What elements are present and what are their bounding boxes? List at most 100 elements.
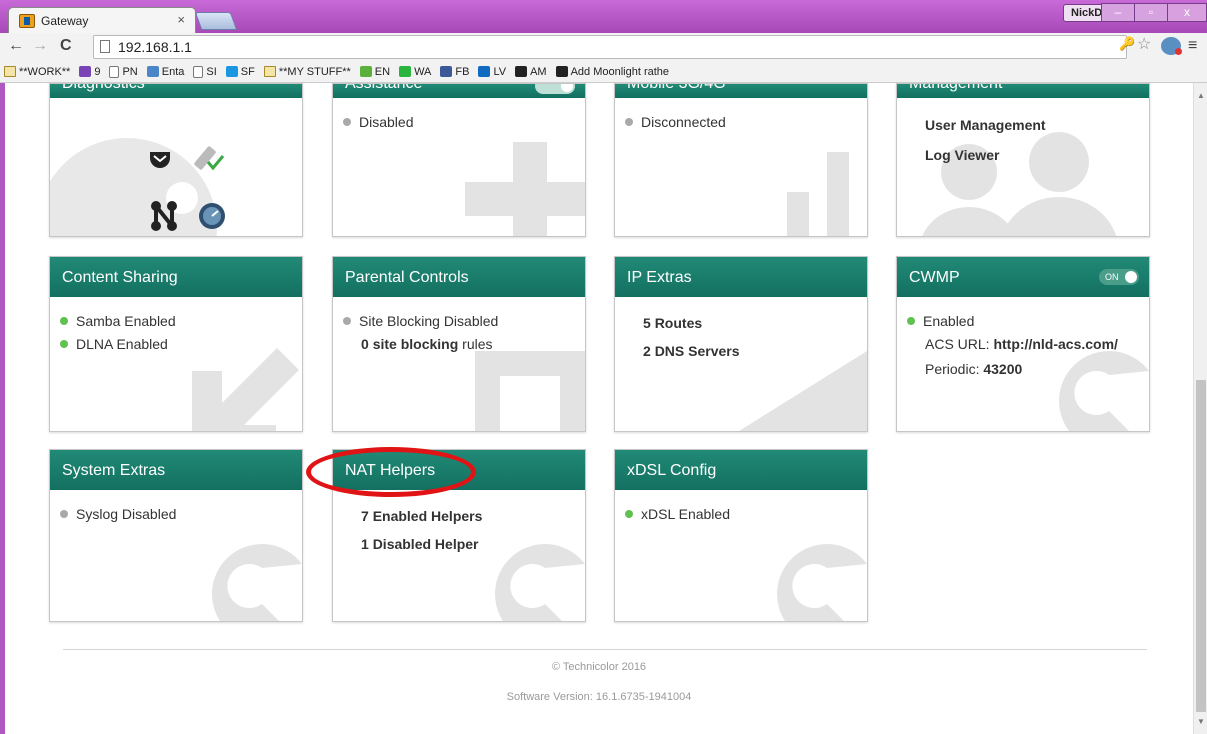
status-line: Disabled xyxy=(343,110,575,133)
diagnostic-tools xyxy=(150,146,225,231)
signal-bars-background-icon xyxy=(787,152,849,236)
extension-icon[interactable] xyxy=(1161,37,1182,55)
bookmark-item[interactable]: Add Moonlight rathe xyxy=(555,65,670,78)
reload-button[interactable]: C xyxy=(60,37,72,55)
card-mobile[interactable]: Mobile 3G/4G Disconnected xyxy=(614,83,868,237)
bookmark-item[interactable]: LV xyxy=(478,66,506,78)
window-controls: – ▫ x xyxy=(1101,3,1207,22)
periodic-row: Periodic: 43200 xyxy=(907,355,1139,383)
bookmark-item[interactable]: 9 xyxy=(79,66,100,78)
card-nat-helpers[interactable]: NAT Helpers 7 Enabled Helpers 1 Disabled… xyxy=(332,449,586,622)
card-body: 5 Routes 2 DNS Servers xyxy=(615,297,867,431)
card-ip-extras[interactable]: IP Extras 5 Routes 2 DNS Servers xyxy=(614,256,868,432)
restore-button[interactable]: ▫ xyxy=(1134,3,1168,22)
forward-button[interactable]: → xyxy=(32,37,48,55)
bookmark-item[interactable]: PN xyxy=(109,65,138,78)
status-text: Samba Enabled xyxy=(76,312,176,329)
footer-version: Software Version: 16.1.6735-1941004 xyxy=(506,691,692,703)
card-system-extras[interactable]: System Extras Syslog Disabled xyxy=(49,449,303,622)
back-button[interactable]: ← xyxy=(8,37,24,55)
assistance-toggle[interactable] xyxy=(535,84,575,94)
card-title: NAT Helpers xyxy=(345,462,436,479)
footer-copyright: © Technicolor 2016 xyxy=(551,661,647,673)
bookmark-label: Enta xyxy=(161,65,185,78)
card-diagnostics[interactable]: Diagnostics xyxy=(49,83,303,237)
card-xdsl-config[interactable]: xDSL Config xDSL Enabled xyxy=(614,449,868,622)
scrollbar-thumb[interactable] xyxy=(1196,380,1206,712)
bookmark-label: WA xyxy=(414,65,432,78)
card-title: Management xyxy=(909,83,1003,92)
periodic-value: 43200 xyxy=(983,361,1023,377)
dns-number: 2 xyxy=(643,343,651,359)
card-parental-controls[interactable]: Parental Controls Site Blocking Disabled… xyxy=(332,256,586,432)
bookmark-label: **WORK** xyxy=(19,65,71,78)
site-blocking-rules: 0 site blocking rules xyxy=(343,332,575,355)
bookmark-item[interactable]: AM xyxy=(515,66,547,78)
cwmp-toggle[interactable]: ON xyxy=(1099,269,1139,285)
bookmarks-bar: **WORK** 9 PN Enta SI SF **MY STUFF** EN WA FB LV A… xyxy=(0,61,1207,83)
card-assistance[interactable]: Assistance Disabled xyxy=(332,83,586,237)
wrench-background-icon xyxy=(777,544,867,621)
bookmark-item[interactable]: Enta xyxy=(146,65,185,78)
bookmark-item[interactable]: **MY STUFF** xyxy=(263,65,351,78)
address-bar[interactable]: 192.168.1.1 xyxy=(93,35,1127,59)
card-title: Parental Controls xyxy=(345,269,469,286)
minimize-button[interactable]: – xyxy=(1101,3,1135,22)
bookmark-item[interactable]: SF xyxy=(225,66,255,78)
scroll-up-icon[interactable]: ▲ xyxy=(1197,91,1205,100)
network-nodes-icon xyxy=(151,201,177,231)
tab-close-icon[interactable]: × xyxy=(177,12,185,27)
card-body: Disabled xyxy=(333,98,585,236)
bookmark-label: PN xyxy=(122,65,138,78)
tab-title: Gateway xyxy=(41,14,89,28)
scroll-down-icon[interactable]: ▼ xyxy=(1197,717,1205,726)
bookmark-item[interactable]: SI xyxy=(193,65,217,78)
status-dot-icon xyxy=(60,316,68,325)
vertical-scrollbar[interactable]: ▲ ▼ xyxy=(1193,83,1207,734)
folder-icon xyxy=(4,66,16,77)
card-body: User Management Log Viewer xyxy=(897,98,1149,236)
card-body: Disconnected xyxy=(615,98,867,236)
card-content-sharing[interactable]: Content Sharing Samba Enabled DLNA Enabl… xyxy=(49,256,303,432)
card-body xyxy=(50,98,302,236)
evernote-icon xyxy=(359,66,372,77)
bookmark-label: AM xyxy=(530,65,547,78)
card-management[interactable]: Management User Management Log Viewer xyxy=(896,83,1150,237)
card-body: 7 Enabled Helpers 1 Disabled Helper xyxy=(333,490,585,621)
github-icon xyxy=(555,66,568,77)
log-viewer-link[interactable]: Log Viewer xyxy=(907,140,1139,170)
bookmark-star-icon[interactable]: ☆ xyxy=(1137,34,1151,54)
status-text: Site Blocking Disabled xyxy=(359,312,499,329)
card-cwmp[interactable]: CWMP ON Enabled ACS URL: http://nld-acs.… xyxy=(896,256,1150,432)
page-icon xyxy=(193,65,204,78)
bookmark-label: **MY STUFF** xyxy=(278,65,351,78)
acs-label: ACS URL: xyxy=(925,335,990,352)
routes-label: Routes xyxy=(654,315,703,331)
browser-tab[interactable]: Gateway × xyxy=(8,7,196,33)
wrench-background-icon xyxy=(212,544,302,621)
card-body: xDSL Enabled xyxy=(615,490,867,621)
card-title: System Extras xyxy=(62,462,166,479)
bookmark-label: Add Moonlight rathe xyxy=(570,65,670,78)
bookmark-item[interactable]: EN xyxy=(359,66,390,78)
bookmark-item[interactable]: **WORK** xyxy=(4,66,70,78)
user-management-link[interactable]: User Management xyxy=(907,110,1139,140)
close-window-button[interactable]: x xyxy=(1167,3,1207,22)
card-header: Management xyxy=(897,84,1149,98)
url-text: 192.168.1.1 xyxy=(118,39,192,55)
xdsl-status: xDSL Enabled xyxy=(625,502,857,525)
dlna-status: DLNA Enabled xyxy=(60,332,292,355)
card-header: IP Extras xyxy=(615,257,867,297)
status-text: Enabled xyxy=(923,312,975,329)
bookmark-item[interactable]: FB xyxy=(440,66,469,78)
bookmark-item[interactable]: WA xyxy=(399,66,431,78)
new-tab-button[interactable] xyxy=(194,12,238,30)
card-title: CWMP xyxy=(909,269,960,286)
card-header: Content Sharing xyxy=(50,257,302,297)
status-text: DLNA Enabled xyxy=(76,335,168,352)
rules-suffix: rules xyxy=(462,335,493,352)
card-header: CWMP ON xyxy=(897,257,1149,297)
menu-button[interactable]: ≡ xyxy=(1188,37,1197,55)
key-icon[interactable]: 🔑 xyxy=(1119,36,1135,52)
card-title: Diagnostics xyxy=(62,83,145,92)
